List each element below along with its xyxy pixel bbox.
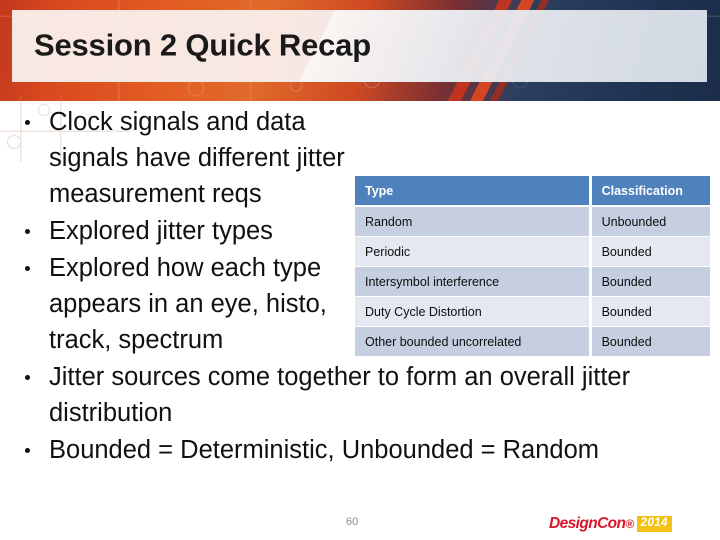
designcon-logo: DesignCon® 2014 (549, 515, 672, 533)
logo-text-design: Design (549, 515, 598, 533)
table-row: Periodic Bounded (355, 237, 710, 267)
list-item-label: Explored how each type appears in an eye… (49, 254, 327, 354)
column-header-type: Type (355, 176, 589, 207)
slide-number: 60 (346, 516, 359, 528)
list-item-label: Bounded = Deterministic, Unbounded = Ran… (49, 436, 600, 464)
table-body: Random Unbounded Periodic Bounded Inters… (355, 207, 710, 357)
jitter-classification-table: Type Classification Random Unbounded Per… (355, 176, 710, 357)
title-panel: Session 2 Quick Recap (12, 10, 707, 82)
list-item-label: Jitter sources come together to form an … (49, 363, 631, 427)
list-item: Bounded = Deterministic, Unbounded = Ran… (0, 432, 720, 468)
designcon-wordmark: DesignCon® (549, 516, 634, 532)
table-row: Other bounded uncorrelated Bounded (355, 327, 710, 357)
cell-classification: Bounded (588, 297, 710, 327)
list-item-label: Explored jitter types (49, 217, 273, 245)
table-header-row: Type Classification (355, 176, 710, 207)
logo-text-con: Con (597, 515, 626, 533)
column-header-classification: Classification (588, 176, 710, 207)
cell-type: Duty Cycle Distortion (355, 297, 589, 327)
slide-footer: 60 DesignCon® 2014 (0, 505, 720, 540)
table-header: Type Classification (355, 176, 710, 207)
cell-type: Intersymbol interference (355, 267, 589, 297)
bullet-dot-icon (25, 448, 30, 453)
cell-type: Other bounded uncorrelated (355, 327, 589, 357)
list-item-label: Clock signals and data signals have diff… (49, 108, 345, 208)
bullet-dot-icon (25, 229, 30, 234)
logo-trademark-icon: ® (625, 517, 634, 532)
bullet-dot-icon (25, 375, 30, 380)
table-row: Random Unbounded (355, 207, 710, 237)
cell-type: Random (355, 207, 589, 237)
table-row: Intersymbol interference Bounded (355, 267, 710, 297)
slide-header-band: Session 2 Quick Recap (0, 0, 720, 101)
page-title: Session 2 Quick Recap (34, 27, 371, 63)
cell-type: Periodic (355, 237, 589, 267)
bullet-dot-icon (25, 266, 30, 271)
cell-classification: Unbounded (588, 207, 710, 237)
cell-classification: Bounded (588, 237, 710, 267)
cell-classification: Bounded (588, 327, 710, 357)
bullet-dot-icon (25, 120, 30, 125)
designcon-year-badge: 2014 (636, 516, 672, 532)
list-item: Jitter sources come together to form an … (0, 359, 720, 431)
cell-classification: Bounded (588, 267, 710, 297)
table-row: Duty Cycle Distortion Bounded (355, 297, 710, 327)
